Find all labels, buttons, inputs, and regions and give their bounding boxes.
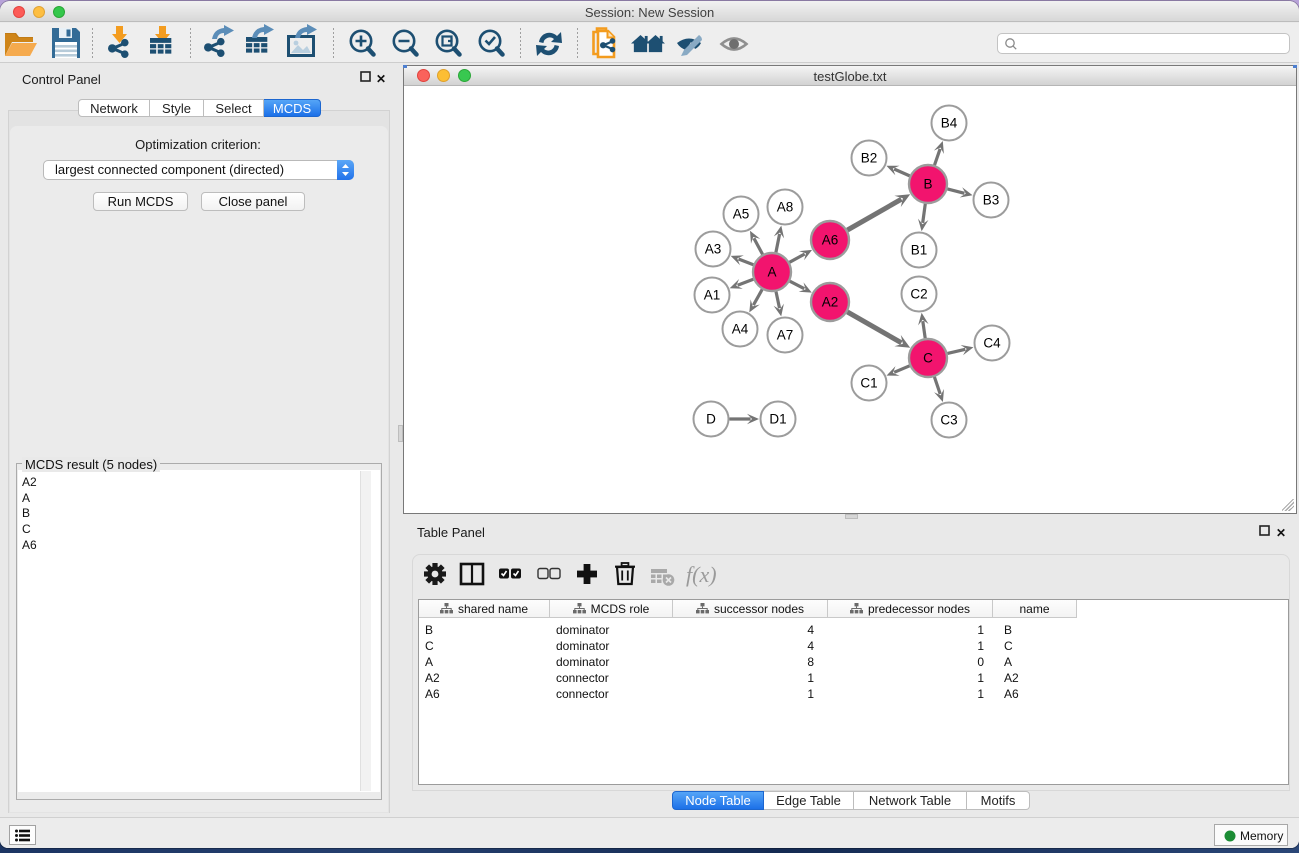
svg-text:B2: B2 [861,151,878,166]
svg-text:B4: B4 [941,116,958,131]
svg-text:C1: C1 [860,376,877,391]
svg-text:A5: A5 [733,207,750,222]
svg-text:A7: A7 [777,328,794,343]
svg-text:C3: C3 [940,413,957,428]
svg-text:A: A [767,265,776,280]
svg-text:D1: D1 [769,412,786,427]
svg-text:C2: C2 [910,287,927,302]
svg-text:C: C [923,351,933,366]
svg-text:B3: B3 [983,193,1000,208]
svg-text:B: B [923,177,932,192]
svg-text:f(x): f(x) [686,562,717,587]
svg-text:B1: B1 [911,243,928,258]
svg-text:A3: A3 [705,242,722,257]
svg-text:A6: A6 [822,233,839,248]
svg-text:A4: A4 [732,322,749,337]
svg-text:D: D [706,412,716,427]
svg-text:C4: C4 [983,336,1001,351]
svg-text:A2: A2 [822,295,839,310]
svg-text:A8: A8 [777,200,794,215]
svg-text:A1: A1 [704,288,721,303]
